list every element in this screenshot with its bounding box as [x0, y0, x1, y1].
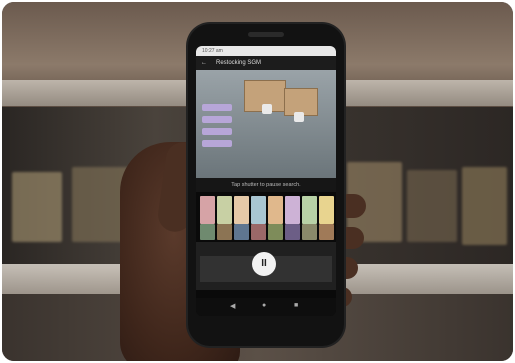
location-tag: [202, 140, 232, 147]
system-nav-bar: ◀ ● ■: [196, 298, 336, 316]
location-tag: [202, 128, 232, 135]
phone-speaker: [248, 32, 284, 37]
home-circle-icon[interactable]: ●: [262, 302, 266, 309]
phone-screen: 10:27 am ← Restocking SGM Tap shutter to…: [196, 46, 336, 316]
app-title: Restocking SGM: [216, 60, 262, 66]
location-pin-icon: [262, 104, 272, 114]
back-triangle-icon[interactable]: ◀: [230, 302, 235, 310]
recents-square-icon[interactable]: ■: [294, 302, 298, 309]
camera-view: [196, 70, 336, 178]
arrow-back-icon[interactable]: ←: [201, 56, 207, 70]
location-pin-icon: [294, 112, 304, 122]
app-bar: ← Restocking SGM: [196, 56, 336, 70]
status-time: 10:27 am: [202, 48, 223, 54]
product-row: [198, 222, 334, 242]
location-tag: [202, 116, 232, 123]
photo-frame: 10:27 am ← Restocking SGM Tap shutter to…: [2, 2, 513, 361]
location-tag: [202, 104, 232, 111]
pause-icon[interactable]: II: [252, 252, 276, 276]
status-bar: 10:27 am: [196, 46, 336, 56]
hint-text: Tap shutter to pause search.: [196, 178, 336, 192]
